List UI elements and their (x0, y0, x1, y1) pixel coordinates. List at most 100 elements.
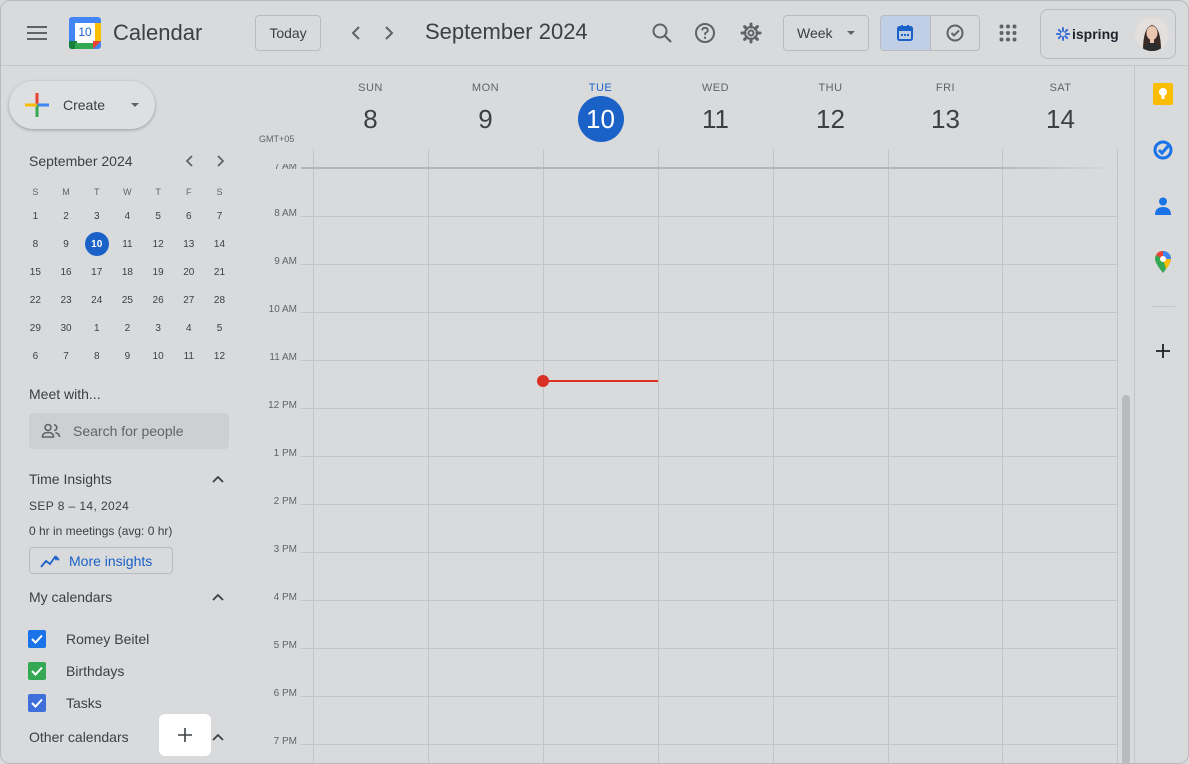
day-header-sun[interactable]: SUN 8 (313, 82, 428, 142)
calendar-checkbox[interactable] (28, 662, 46, 680)
mini-day[interactable]: 7 (51, 342, 82, 370)
mini-day[interactable]: 25 (112, 286, 143, 314)
mini-day[interactable]: 23 (51, 286, 82, 314)
day-header-thu[interactable]: THU 12 (773, 82, 888, 142)
mini-day[interactable]: 10 (81, 230, 112, 258)
mini-day[interactable]: 11 (173, 342, 204, 370)
account-switcher[interactable]: ispring (1040, 9, 1176, 59)
mini-day[interactable]: 10 (143, 342, 174, 370)
mini-day[interactable]: 18 (112, 258, 143, 286)
mini-day[interactable]: 30 (51, 314, 82, 342)
mini-day[interactable]: 11 (112, 230, 143, 258)
mini-day[interactable]: 12 (204, 342, 235, 370)
mini-day[interactable]: 29 (20, 314, 51, 342)
hour-line (301, 552, 1118, 553)
mini-day[interactable]: 4 (112, 202, 143, 230)
day-header-mon[interactable]: MON 9 (428, 82, 543, 142)
mini-day[interactable]: 27 (173, 286, 204, 314)
maps-icon[interactable] (1151, 250, 1175, 274)
panel-divider (1151, 306, 1175, 307)
day-date[interactable]: 13 (888, 96, 1003, 142)
calendar-checkbox[interactable] (28, 630, 46, 648)
previous-week-icon[interactable] (344, 21, 368, 45)
calendar-checkbox[interactable] (28, 694, 46, 712)
add-icon[interactable] (1151, 339, 1175, 363)
mini-day[interactable]: 20 (173, 258, 204, 286)
mini-next-month-icon[interactable] (210, 151, 230, 171)
contacts-icon[interactable] (1151, 194, 1175, 218)
check-icon (31, 698, 43, 708)
mini-day[interactable]: 7 (204, 202, 235, 230)
help-icon[interactable] (691, 19, 719, 47)
calendar-mode-icon[interactable] (881, 16, 930, 50)
mini-day[interactable]: 6 (20, 342, 51, 370)
mini-day[interactable]: 8 (20, 230, 51, 258)
mini-day[interactable]: 26 (143, 286, 174, 314)
mini-day[interactable]: 2 (112, 314, 143, 342)
collapse-insights-icon[interactable] (210, 471, 226, 487)
mini-day[interactable]: 15 (20, 258, 51, 286)
next-week-icon[interactable] (377, 21, 401, 45)
more-insights-button[interactable]: More insights (29, 547, 173, 574)
brand-logo: ispring (1056, 26, 1119, 42)
day-column-divider (542, 149, 544, 763)
today-button[interactable]: Today (255, 15, 321, 51)
mini-day[interactable]: 12 (143, 230, 174, 258)
day-date[interactable]: 12 (773, 96, 888, 142)
mini-day[interactable]: 2 (51, 202, 82, 230)
day-date[interactable]: 10 (543, 96, 658, 142)
day-date[interactable]: 8 (313, 96, 428, 142)
collapse-my-calendars-icon[interactable] (210, 589, 226, 605)
mini-day[interactable]: 13 (173, 230, 204, 258)
mini-day[interactable]: 17 (81, 258, 112, 286)
keep-icon[interactable] (1151, 82, 1175, 106)
mini-day[interactable]: 14 (204, 230, 235, 258)
mini-day[interactable]: 4 (173, 314, 204, 342)
hour-line (301, 312, 1118, 313)
mini-day[interactable]: 8 (81, 342, 112, 370)
mini-day[interactable]: 1 (20, 202, 51, 230)
day-header-wed[interactable]: WED 11 (658, 82, 773, 142)
add-other-calendar-button[interactable] (159, 714, 211, 756)
mini-day[interactable]: 19 (143, 258, 174, 286)
mini-day[interactable]: 9 (51, 230, 82, 258)
apps-grid-icon[interactable] (994, 19, 1022, 47)
view-selector[interactable]: Week (783, 15, 869, 51)
mini-day[interactable]: 21 (204, 258, 235, 286)
collapse-other-calendars-icon[interactable] (210, 729, 226, 745)
day-date[interactable]: 9 (428, 96, 543, 142)
mini-day[interactable]: 6 (173, 202, 204, 230)
main-menu-icon[interactable] (19, 15, 55, 51)
mini-day[interactable]: 5 (204, 314, 235, 342)
hour-line (301, 408, 1118, 409)
grid-scrollbar[interactable] (1122, 395, 1130, 763)
day-date[interactable]: 11 (658, 96, 773, 142)
tasks-mode-icon[interactable] (929, 16, 980, 50)
mini-day[interactable]: 5 (143, 202, 174, 230)
mini-day[interactable]: 1 (81, 314, 112, 342)
mini-day[interactable]: 24 (81, 286, 112, 314)
day-header-sat[interactable]: SAT 14 (1003, 82, 1118, 142)
mini-day[interactable]: 9 (112, 342, 143, 370)
mini-day[interactable]: 3 (143, 314, 174, 342)
tasks-icon[interactable] (1151, 138, 1175, 162)
create-button[interactable]: Create (9, 81, 155, 129)
calendar-logo[interactable]: 10 (69, 17, 101, 49)
calendar-item[interactable]: Tasks (28, 687, 149, 719)
app-title[interactable]: Calendar (113, 20, 202, 46)
mini-day[interactable]: 16 (51, 258, 82, 286)
day-header-tue[interactable]: TUE 10 (543, 82, 658, 142)
search-people-input[interactable]: Search for people (29, 413, 229, 449)
mini-day[interactable]: 3 (81, 202, 112, 230)
calendar-item[interactable]: Romey Beitel (28, 623, 149, 655)
mini-day[interactable]: 28 (204, 286, 235, 314)
day-header-fri[interactable]: FRI 13 (888, 82, 1003, 142)
search-icon[interactable] (648, 19, 676, 47)
day-date[interactable]: 14 (1003, 96, 1118, 142)
calendar-item[interactable]: Birthdays (28, 655, 149, 687)
mini-day[interactable]: 22 (20, 286, 51, 314)
ispring-star-icon (1056, 27, 1070, 41)
user-avatar[interactable] (1135, 17, 1169, 51)
mini-prev-month-icon[interactable] (180, 151, 200, 171)
settings-gear-icon[interactable] (737, 19, 765, 47)
